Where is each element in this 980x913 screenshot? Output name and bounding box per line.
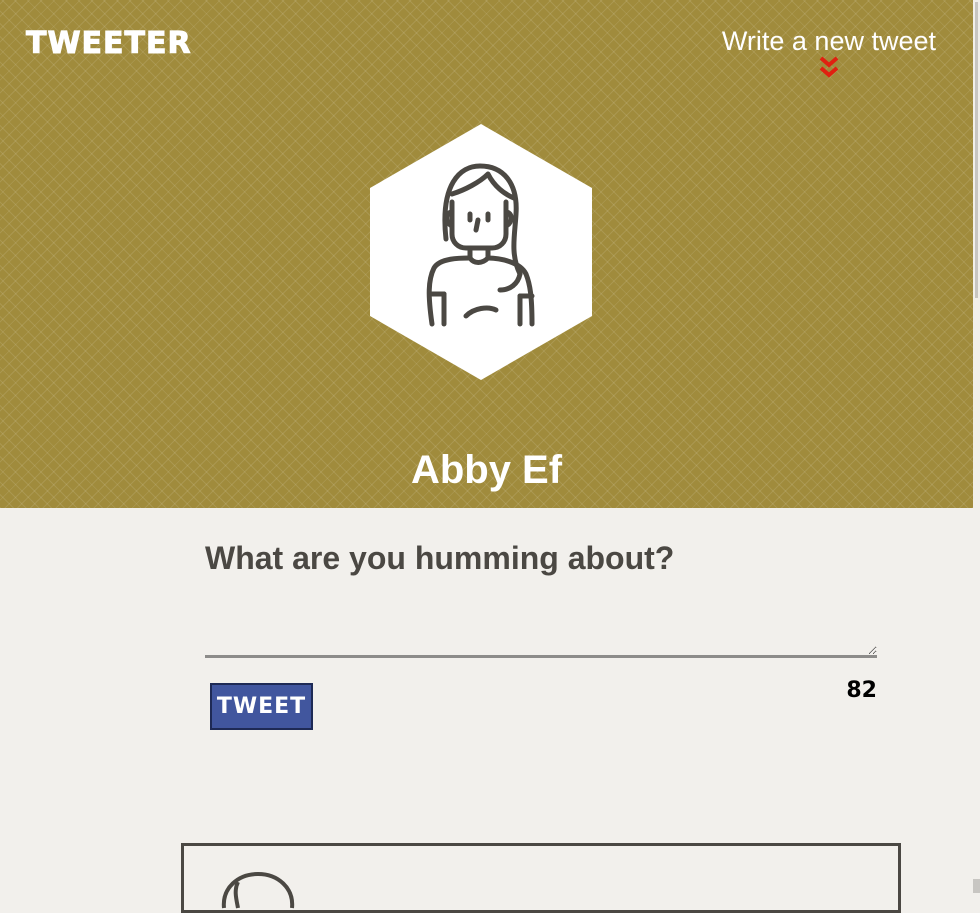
tweet-button[interactable]: TWEET bbox=[210, 683, 313, 730]
profile-header: TWEETER Write a new tweet bbox=[0, 0, 973, 508]
app-logo[interactable]: TWEETER bbox=[26, 26, 192, 61]
woman-avatar-icon bbox=[370, 124, 592, 380]
tweet-textarea[interactable] bbox=[205, 610, 877, 658]
write-new-tweet-link[interactable]: Write a new tweet bbox=[722, 26, 936, 79]
profile-avatar bbox=[370, 124, 592, 380]
scrollbar-corner bbox=[973, 879, 980, 893]
double-chevron-down-icon bbox=[818, 55, 840, 79]
char-counter: 82 bbox=[846, 678, 877, 703]
new-tweet-form: What are you humming about? TWEET 82 bbox=[205, 540, 877, 577]
tweet-card bbox=[181, 843, 901, 913]
scrollbar[interactable] bbox=[973, 0, 980, 893]
write-new-tweet-label: Write a new tweet bbox=[722, 26, 936, 56]
scrollbar-thumb[interactable] bbox=[975, 2, 978, 298]
compose-prompt: What are you humming about? bbox=[205, 540, 877, 577]
profile-name: Abby Ef bbox=[0, 448, 973, 493]
user-avatar-icon bbox=[214, 868, 304, 913]
